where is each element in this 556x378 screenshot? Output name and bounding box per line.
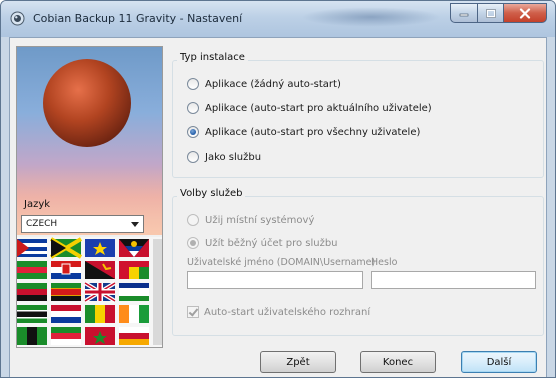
radio-indicator [187,102,199,114]
radio-regular-account[interactable]: Užít běžný účet pro službu [187,237,338,249]
autostart-ui-checkbox-row[interactable]: Auto-start uživatelského rozhraní [187,306,370,318]
radio-indicator [187,78,199,90]
username-field[interactable] [187,271,363,289]
back-button[interactable]: Zpět [260,351,336,373]
title-bar[interactable]: Cobian Backup 11 Gravity - Nastavení [1,1,555,37]
planet-banner: Jazyk CZECH [17,47,162,235]
radio-local-system[interactable]: Užij místní systémový [187,214,314,226]
radio-local-system-label: Užij místní systémový [205,214,315,226]
caption-buttons [450,3,547,23]
service-options-title: Volby služeb [177,188,246,199]
close-icon [519,7,531,19]
window-title: Cobian Backup 11 Gravity - Nastavení [33,12,243,25]
next-button[interactable]: Další [461,351,537,373]
setup-window: Cobian Backup 11 Gravity - Nastavení Jaz… [0,0,556,378]
install-type-title: Typ instalace [177,52,248,63]
radio-indicator-selected [187,237,199,249]
title-glow [301,7,441,27]
language-selected-value: CZECH [26,219,58,229]
password-field[interactable] [371,271,536,289]
radio-autostart-all-users[interactable]: Aplikace (auto-start pro všechny uživate… [187,126,420,138]
flags-mosaic [17,237,162,345]
radio-indicator [187,214,199,226]
username-label: Uživatelské jméno (DOMAIN\Username) [187,257,376,268]
app-icon [10,11,25,26]
radio-indicator [187,151,199,163]
minimize-button[interactable] [450,3,477,23]
maximize-icon [485,8,496,18]
chevron-down-icon [131,222,139,227]
language-select[interactable]: CZECH [21,215,144,233]
flags-image [17,237,162,347]
radio-indicator-selected [187,126,199,138]
radio-autostart-current-user-label: Aplikace (auto-start pro aktuálního uživ… [205,102,432,114]
planet-image [43,59,131,147]
side-panel: Jazyk CZECH [16,46,163,348]
radio-regular-account-label: Užít běžný účet pro službu [205,237,338,249]
password-label: Heslo [371,257,398,268]
client-area: Jazyk CZECH Typ instalace Aplikace (žádn… [9,37,547,377]
radio-as-service[interactable]: Jako službu [187,151,261,163]
autostart-ui-label: Auto-start uživatelského rozhraní [204,306,371,318]
close-button[interactable] [503,3,547,23]
maximize-button[interactable] [477,3,503,23]
language-label: Jazyk [24,199,51,210]
radio-autostart-current-user[interactable]: Aplikace (auto-start pro aktuálního uživ… [187,102,432,114]
radio-autostart-all-users-label: Aplikace (auto-start pro všechny uživate… [205,126,421,138]
radio-as-service-label: Jako službu [205,151,262,163]
radio-no-autostart-label: Aplikace (žádný auto-start) [205,78,341,90]
end-button[interactable]: Konec [360,351,436,373]
minimize-icon [459,13,469,17]
radio-no-autostart[interactable]: Aplikace (žádný auto-start) [187,78,341,90]
autostart-ui-checkbox[interactable] [187,306,199,318]
